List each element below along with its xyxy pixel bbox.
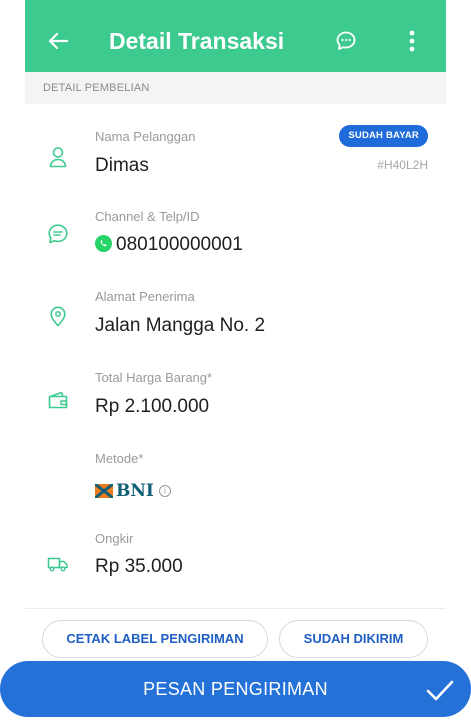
total-label: Total Harga Barang* bbox=[95, 370, 213, 385]
total-value: Rp 2.100.000 bbox=[95, 396, 210, 417]
divider bbox=[25, 608, 446, 609]
shipping-label: Ongkir bbox=[95, 531, 134, 546]
address-value: Jalan Mangga No. 2 bbox=[95, 315, 266, 336]
customer-name-value: Dimas bbox=[95, 155, 149, 176]
channel-label: Channel & Telp/ID bbox=[95, 209, 200, 224]
bank-name: BNI bbox=[116, 481, 154, 501]
check-icon bbox=[426, 680, 454, 701]
app-bar: Detail Transaksi bbox=[25, 0, 446, 82]
more-vertical-icon[interactable] bbox=[397, 26, 427, 56]
chat-icon[interactable] bbox=[331, 26, 361, 56]
back-arrow-icon[interactable] bbox=[43, 26, 73, 56]
wallet-icon bbox=[47, 389, 69, 411]
section-header: DETAIL PEMBELIAN bbox=[25, 72, 446, 104]
phone-screen: Detail Transaksi DETAIL PEMBELIAN Nama P… bbox=[25, 0, 446, 727]
whatsapp-icon bbox=[95, 235, 112, 252]
user-icon bbox=[47, 146, 69, 168]
location-pin-icon bbox=[47, 305, 69, 327]
shipping-value: Rp 35.000 bbox=[95, 556, 183, 577]
page-title: Detail Transaksi bbox=[109, 28, 285, 54]
channel-phone: 080100000001 bbox=[116, 234, 243, 255]
order-shipping-button[interactable]: PESAN PENGIRIMAN bbox=[0, 661, 471, 717]
info-icon[interactable]: i bbox=[158, 485, 171, 497]
method-label: Metode* bbox=[95, 451, 144, 466]
bank-method[interactable]: BNI i bbox=[95, 481, 171, 501]
channel-value: 080100000001 bbox=[95, 234, 243, 256]
order-shipping-label: PESAN PENGIRIMAN bbox=[143, 679, 328, 699]
message-icon bbox=[47, 223, 69, 245]
print-label-button[interactable]: CETAK LABEL PENGIRIMAN bbox=[42, 620, 268, 658]
section-title: DETAIL PEMBELIAN bbox=[43, 82, 150, 94]
transaction-id: #H40L2H bbox=[377, 158, 428, 172]
status-badge: SUDAH BAYAR bbox=[339, 125, 428, 147]
address-label: Alamat Penerima bbox=[95, 289, 195, 304]
customer-name-label: Nama Pelanggan bbox=[95, 129, 196, 144]
shipped-button[interactable]: SUDAH DIKIRIM bbox=[279, 620, 428, 658]
truck-icon bbox=[47, 553, 69, 575]
bni-logo-icon bbox=[95, 484, 113, 498]
